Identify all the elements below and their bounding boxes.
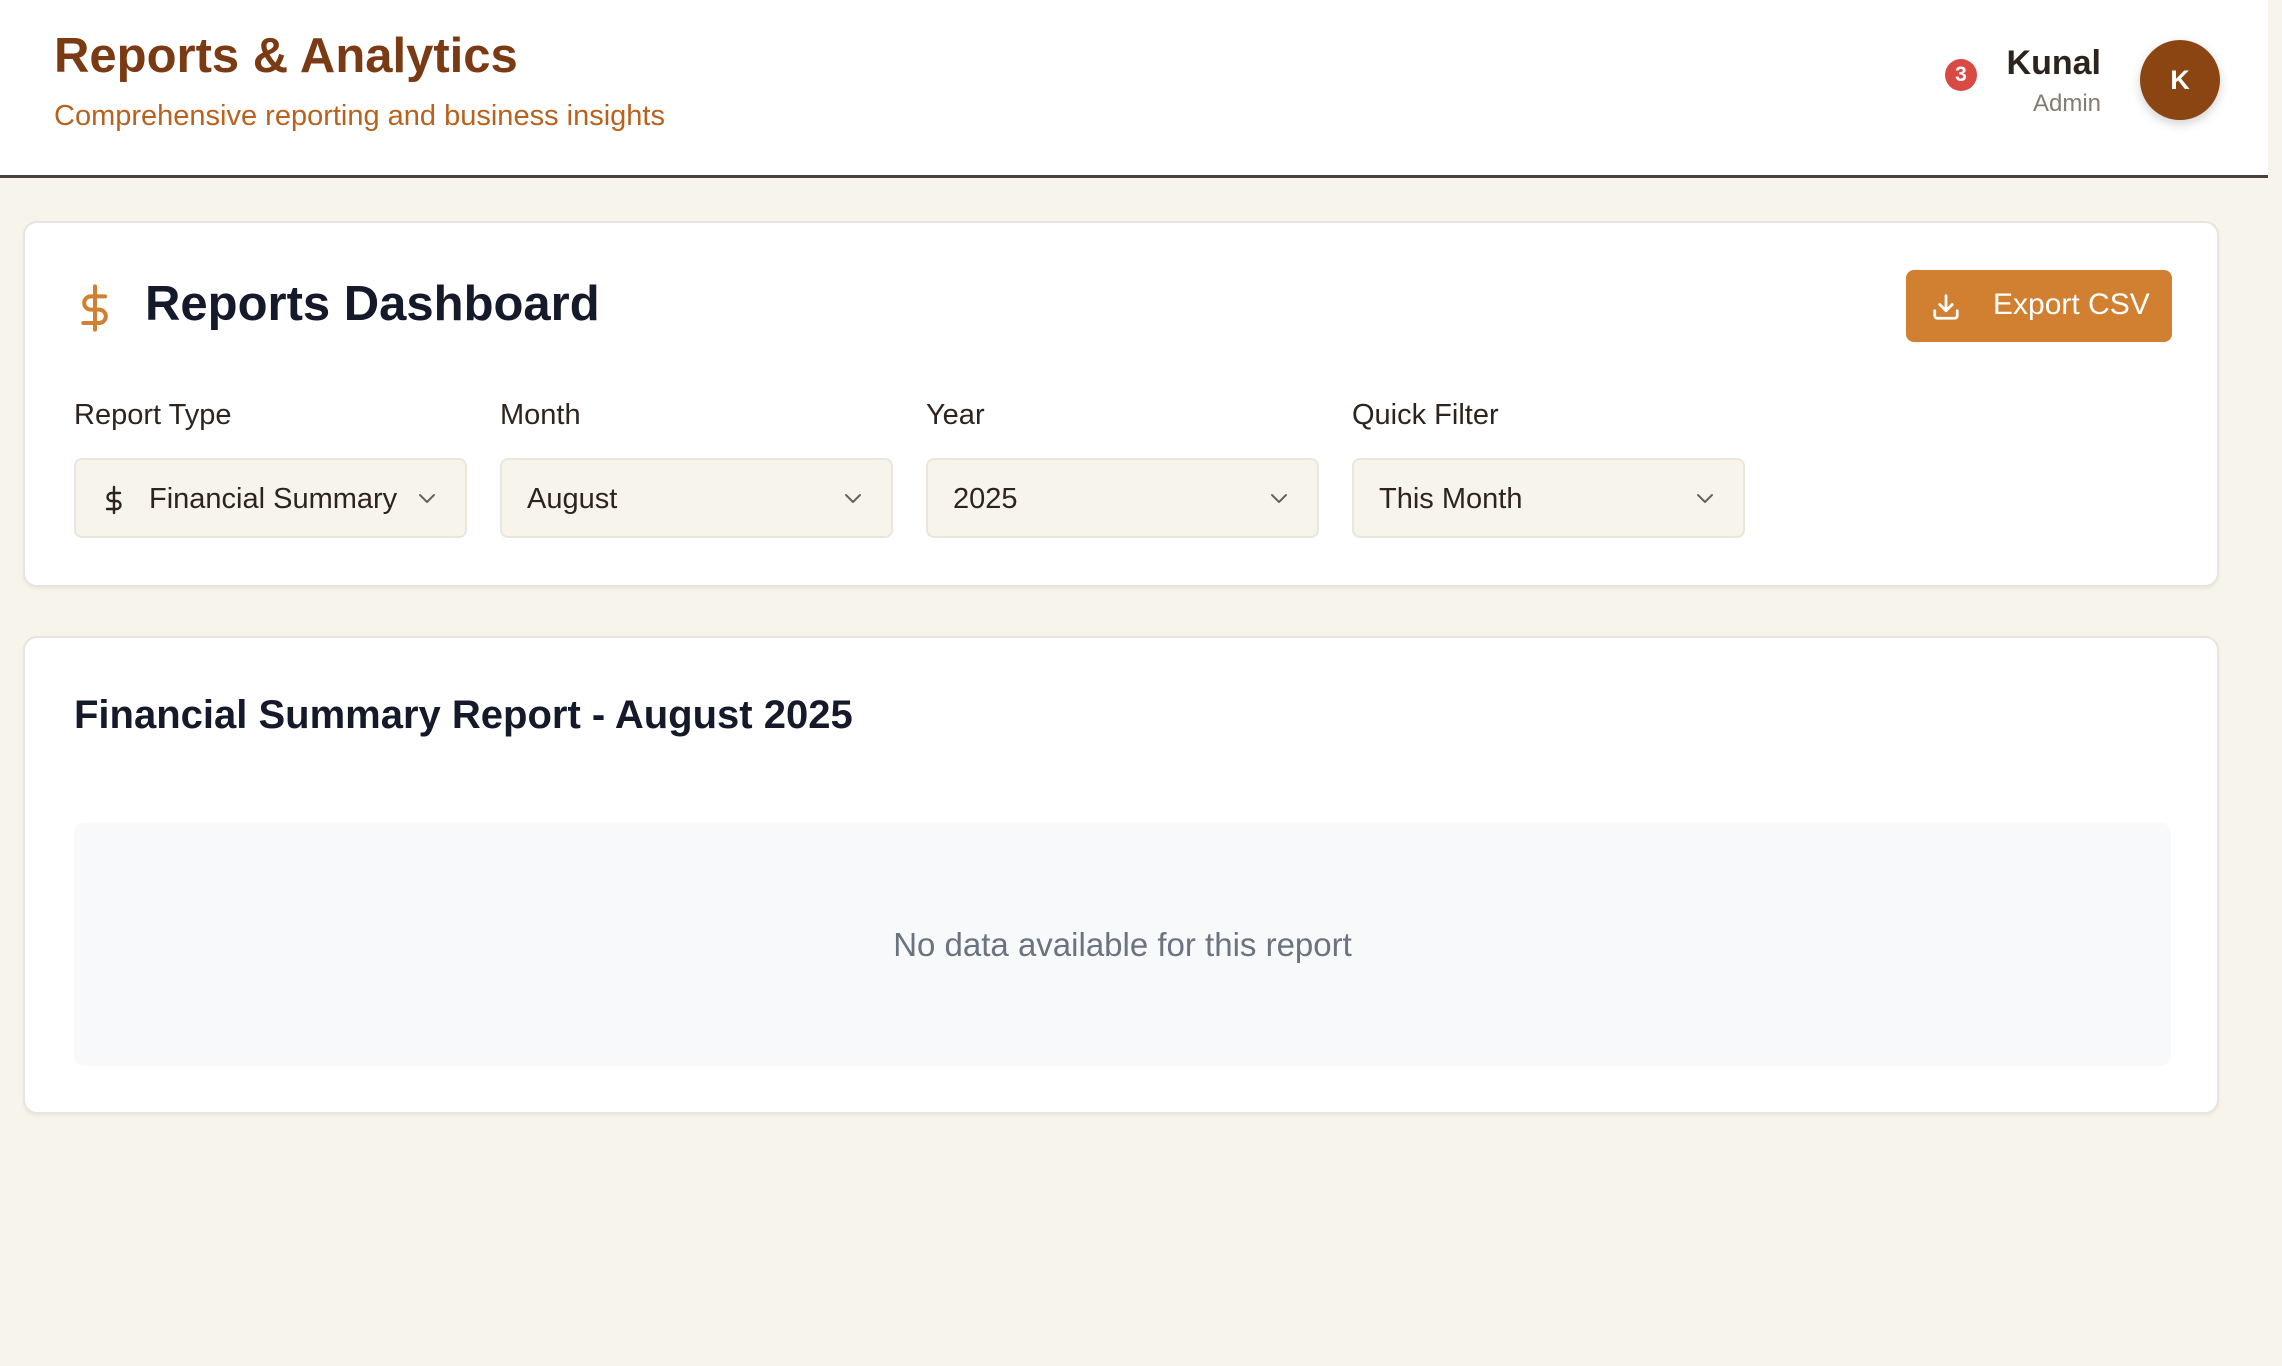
user-role: Admin	[2032, 90, 2101, 117]
dashboard-title: Reports Dashboard	[145, 277, 600, 331]
dollar-icon	[81, 284, 108, 332]
month-label: Month	[500, 399, 581, 431]
month-select[interactable]: August	[500, 458, 893, 538]
reports-dashboard-card: Reports Dashboard Export CSV Report Type…	[23, 221, 2219, 587]
chevron-down-icon	[845, 494, 861, 503]
top-header: Reports & Analytics Comprehensive report…	[0, 0, 2268, 178]
year-value: 2025	[953, 483, 1018, 515]
empty-state-message: No data available for this report	[893, 926, 1352, 963]
quick-filter-select[interactable]: This Month	[1352, 458, 1745, 538]
month-value: August	[527, 483, 618, 515]
avatar[interactable]: K	[2140, 40, 2220, 120]
notification-badge[interactable]: 3	[1945, 59, 1977, 91]
report-type-value: Financial Summary	[149, 483, 398, 515]
chevron-down-icon	[419, 494, 435, 503]
dollar-icon	[105, 485, 122, 515]
year-label: Year	[926, 399, 985, 431]
report-type-label: Report Type	[74, 399, 232, 431]
empty-state: No data available for this report	[74, 823, 2171, 1066]
report-title: Financial Summary Report - August 2025	[74, 693, 853, 737]
download-icon	[1933, 294, 1959, 320]
quick-filter-value: This Month	[1379, 483, 1523, 515]
report-card: Financial Summary Report - August 2025 N…	[23, 636, 2219, 1114]
page-title: Reports & Analytics	[54, 29, 518, 83]
chevron-down-icon	[1271, 494, 1287, 503]
page-subtitle: Comprehensive reporting and business ins…	[54, 100, 665, 132]
user-name: Kunal	[2006, 44, 2101, 82]
export-csv-label: Export CSV	[1993, 288, 2150, 321]
chevron-down-icon	[1697, 494, 1713, 503]
export-csv-button[interactable]: Export CSV	[1906, 270, 2172, 342]
quick-filter-label: Quick Filter	[1352, 399, 1499, 431]
report-type-select[interactable]: Financial Summary	[74, 458, 467, 538]
year-select[interactable]: 2025	[926, 458, 1319, 538]
